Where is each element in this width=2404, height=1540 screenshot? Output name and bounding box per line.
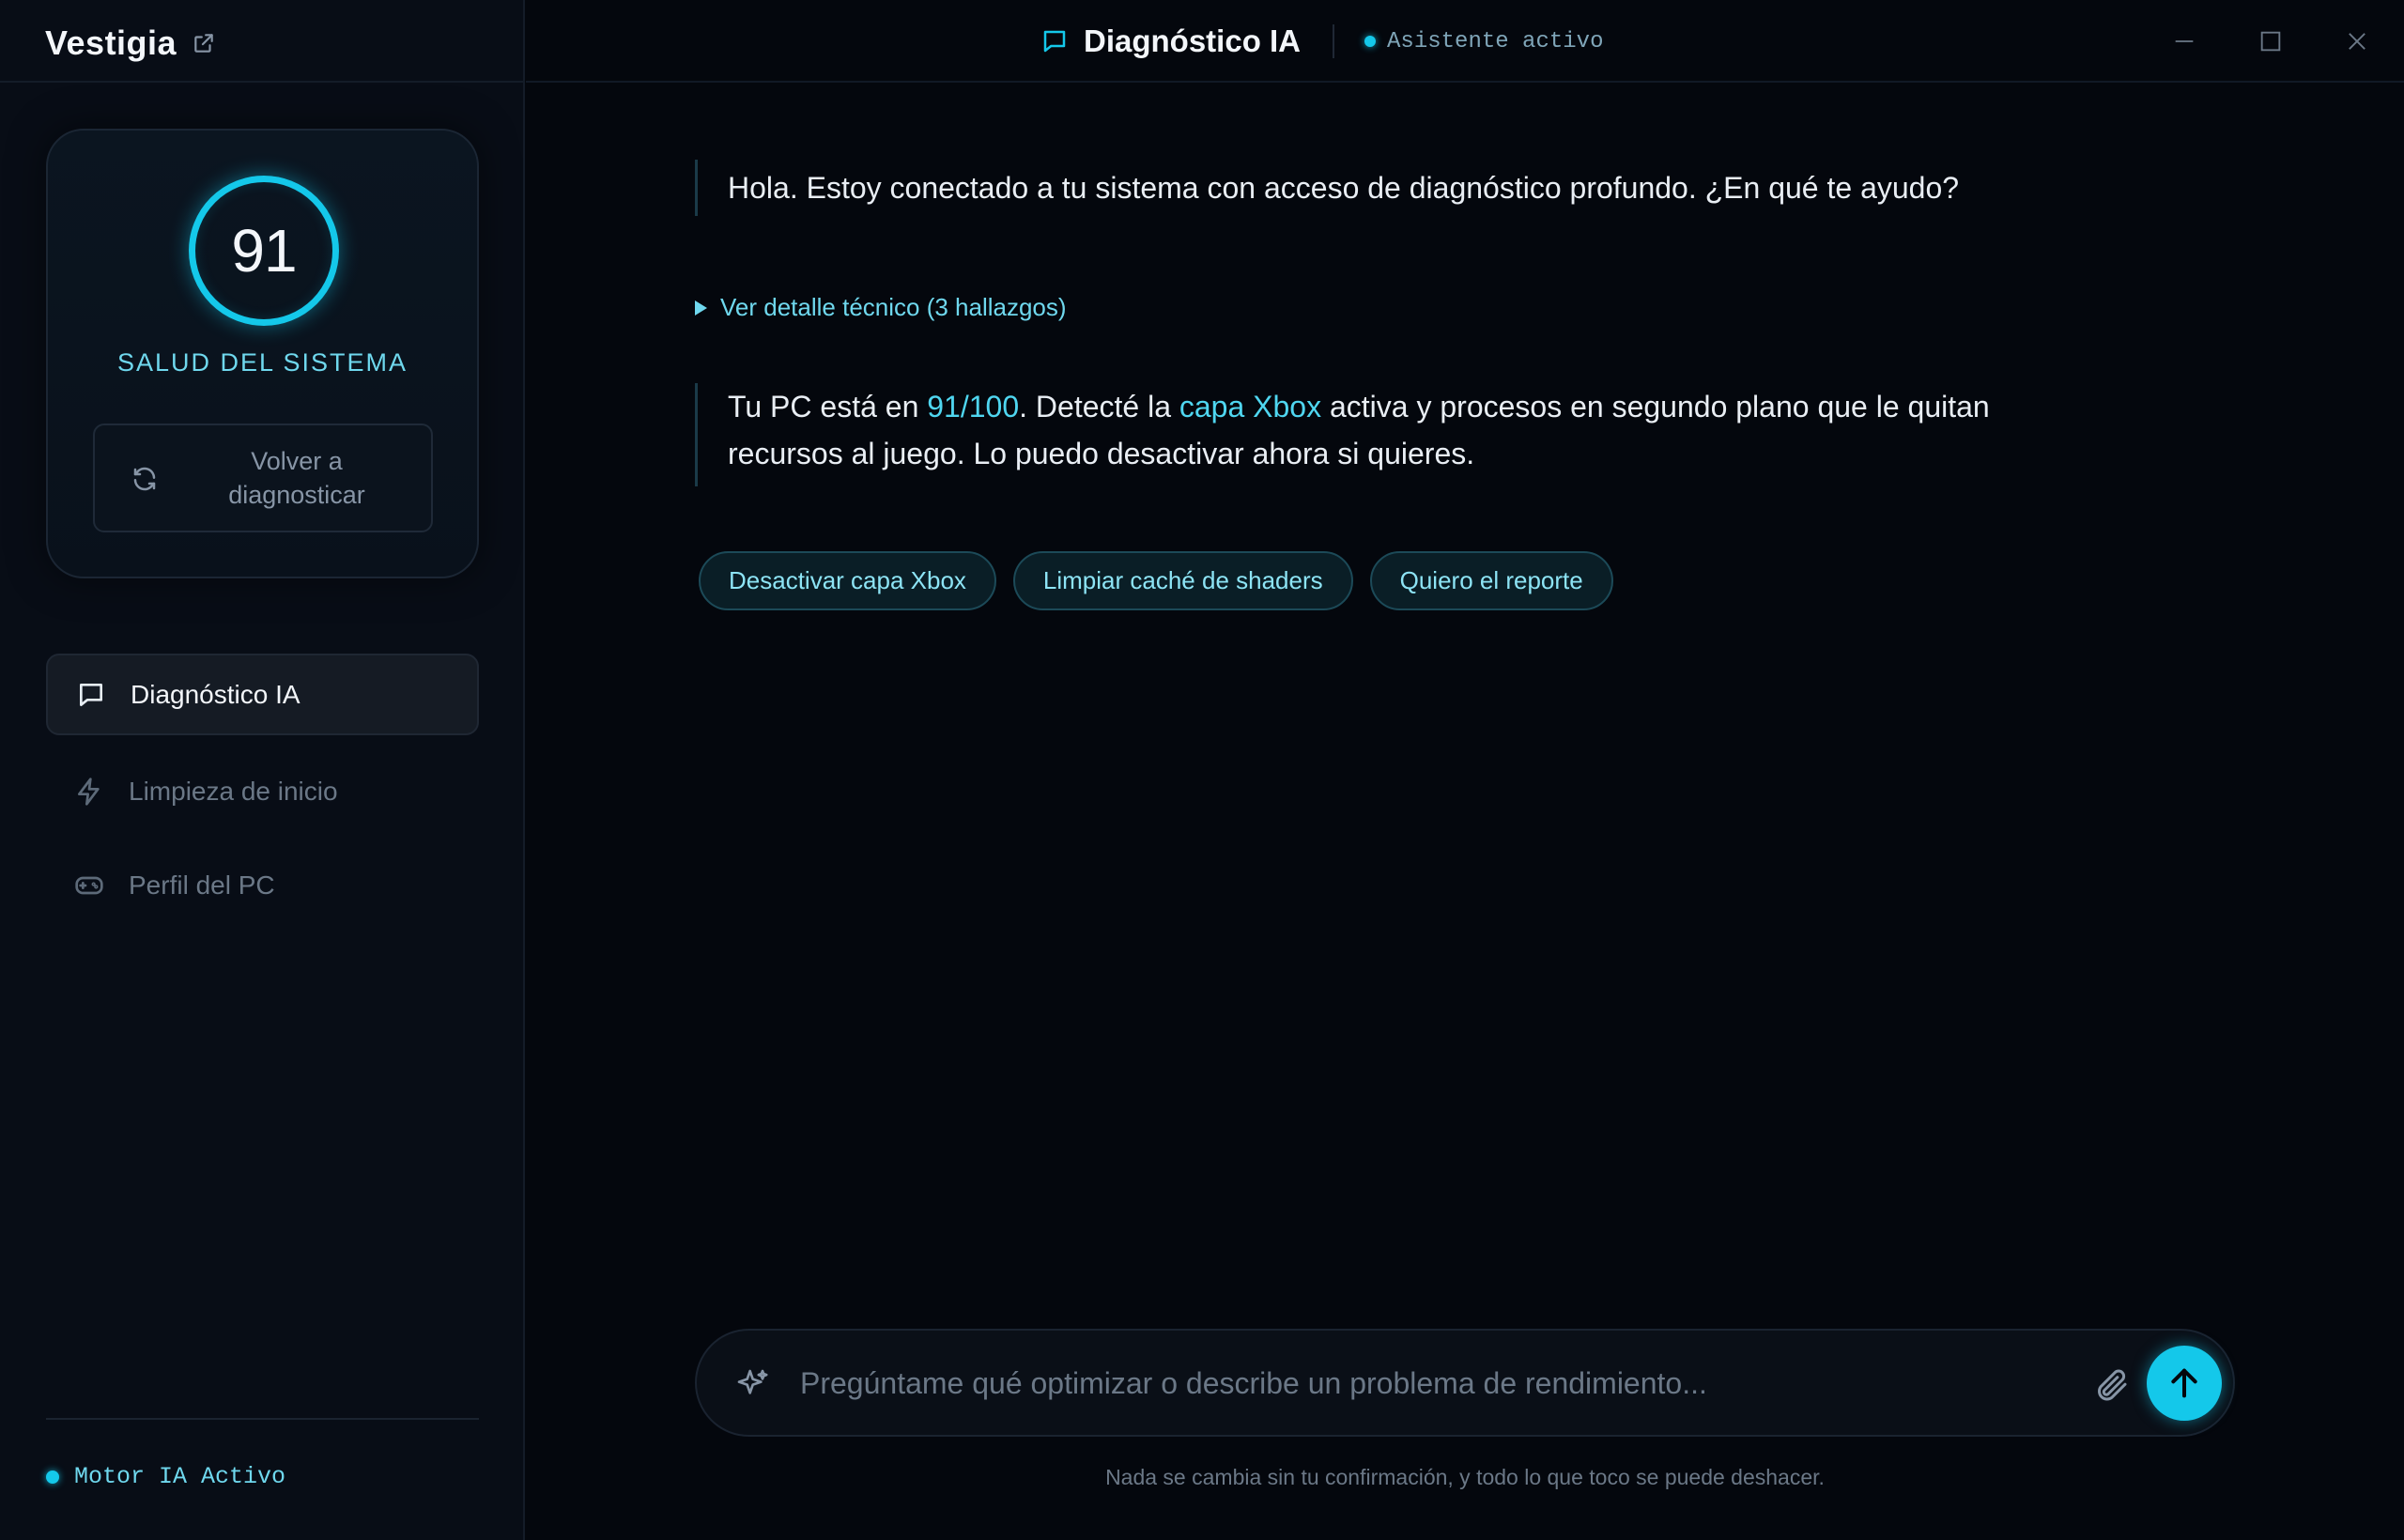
sidebar-item-label: Limpieza de inicio [129,776,338,806]
maximize-button[interactable] [2254,24,2288,58]
app-window: Vestigia 91 SALUD DEL SISTEMA Volver a d… [0,0,2404,1540]
gamepad-icon [75,876,103,894]
footnote: Nada se cambia sin tu confirmación, y to… [1105,1465,1825,1489]
action-chip-disable-xbox-overlay[interactable]: Desactivar capa Xbox [699,551,996,610]
status-dot-icon [1364,36,1377,47]
title-bar: Diagnóstico IA Asistente activo [526,0,2404,83]
health-label: SALUD DEL SISTEMA [116,348,408,377]
chat-icon [1043,30,1066,53]
sidebar-item-diagnostico-ia[interactable]: Diagnóstico IA [46,654,479,735]
divider [1333,24,1335,58]
app-name: Vestigia [45,23,177,62]
chat-icon [80,683,102,706]
message-text: Tu PC está en [728,390,928,424]
arrow-up-icon [2171,1368,2197,1398]
sidebar-item-limpieza-de-inicio[interactable]: Limpieza de inicio [46,750,479,832]
engine-status-label: Motor IA Activo [74,1463,286,1490]
sidebar-item-label: Diagnóstico IA [131,679,300,709]
chat-input[interactable] [800,1349,2021,1417]
message-highlight: capa Xbox [1179,390,1322,424]
assistant-message: Hola. Estoy conectado a tu sistema con a… [695,160,2010,216]
triangle-right-icon [695,300,707,316]
page-title: Diagnóstico IA [1084,23,1302,58]
message-text: Hola. Estoy conectado a tu sistema con a… [728,171,1960,205]
external-link-icon [194,34,213,53]
divider [0,81,525,83]
maximize-icon [2260,31,2281,52]
health-score: 91 [231,217,297,285]
assistant-status: Asistente activo [1364,29,1603,54]
engine-status: Motor IA Activo [46,1463,285,1490]
status-dot-icon [46,1470,59,1484]
close-icon [2349,33,2365,50]
refresh-icon [133,467,156,491]
assistant-message: Tu PC está en 91/100. Detecté la capa Xb… [695,383,2010,486]
suggested-actions: Desactivar capa Xbox Limpiar caché de sh… [699,551,1613,610]
action-chip-report[interactable]: Quiero el reporte [1369,551,1613,610]
chat-input-bar [695,1329,2235,1437]
message-text: . Detecté la [1019,390,1179,424]
sidebar: Vestigia 91 SALUD DEL SISTEMA Volver a d… [0,0,525,1540]
paperclip-icon[interactable] [2092,1366,2130,1404]
sparkles-icon [737,1369,768,1394]
divider [46,1418,479,1420]
sidebar-item-label: Perfil del PC [129,870,275,900]
rediagnose-label: Volver a diagnosticar [228,447,365,509]
sidebar-item-perfil-del-pc[interactable]: Perfil del PC [46,844,479,926]
message-highlight: 91/100 [927,390,1020,424]
minimize-button[interactable] [2167,24,2201,58]
health-score-ring: 91 [189,176,339,326]
details-toggle[interactable]: Ver detalle técnico (3 hallazgos) [695,293,1067,322]
brand[interactable]: Vestigia [45,23,216,64]
page-title-group: Diagnóstico IA Asistente activo [1040,21,1603,62]
minimize-icon [2175,40,2194,42]
lightning-icon [78,777,100,806]
details-toggle-label: Ver detalle técnico (3 hallazgos) [720,293,1067,321]
assistant-status-label: Asistente activo [1387,28,1604,54]
close-button[interactable] [2340,24,2374,58]
rediagnose-button[interactable]: Volver a diagnosticar [93,424,433,532]
send-button[interactable] [2147,1346,2222,1421]
action-chip-clear-shader-cache[interactable]: Limpiar caché de shaders [1012,551,1353,610]
health-card: 91 SALUD DEL SISTEMA Volver a diagnostic… [46,129,479,578]
